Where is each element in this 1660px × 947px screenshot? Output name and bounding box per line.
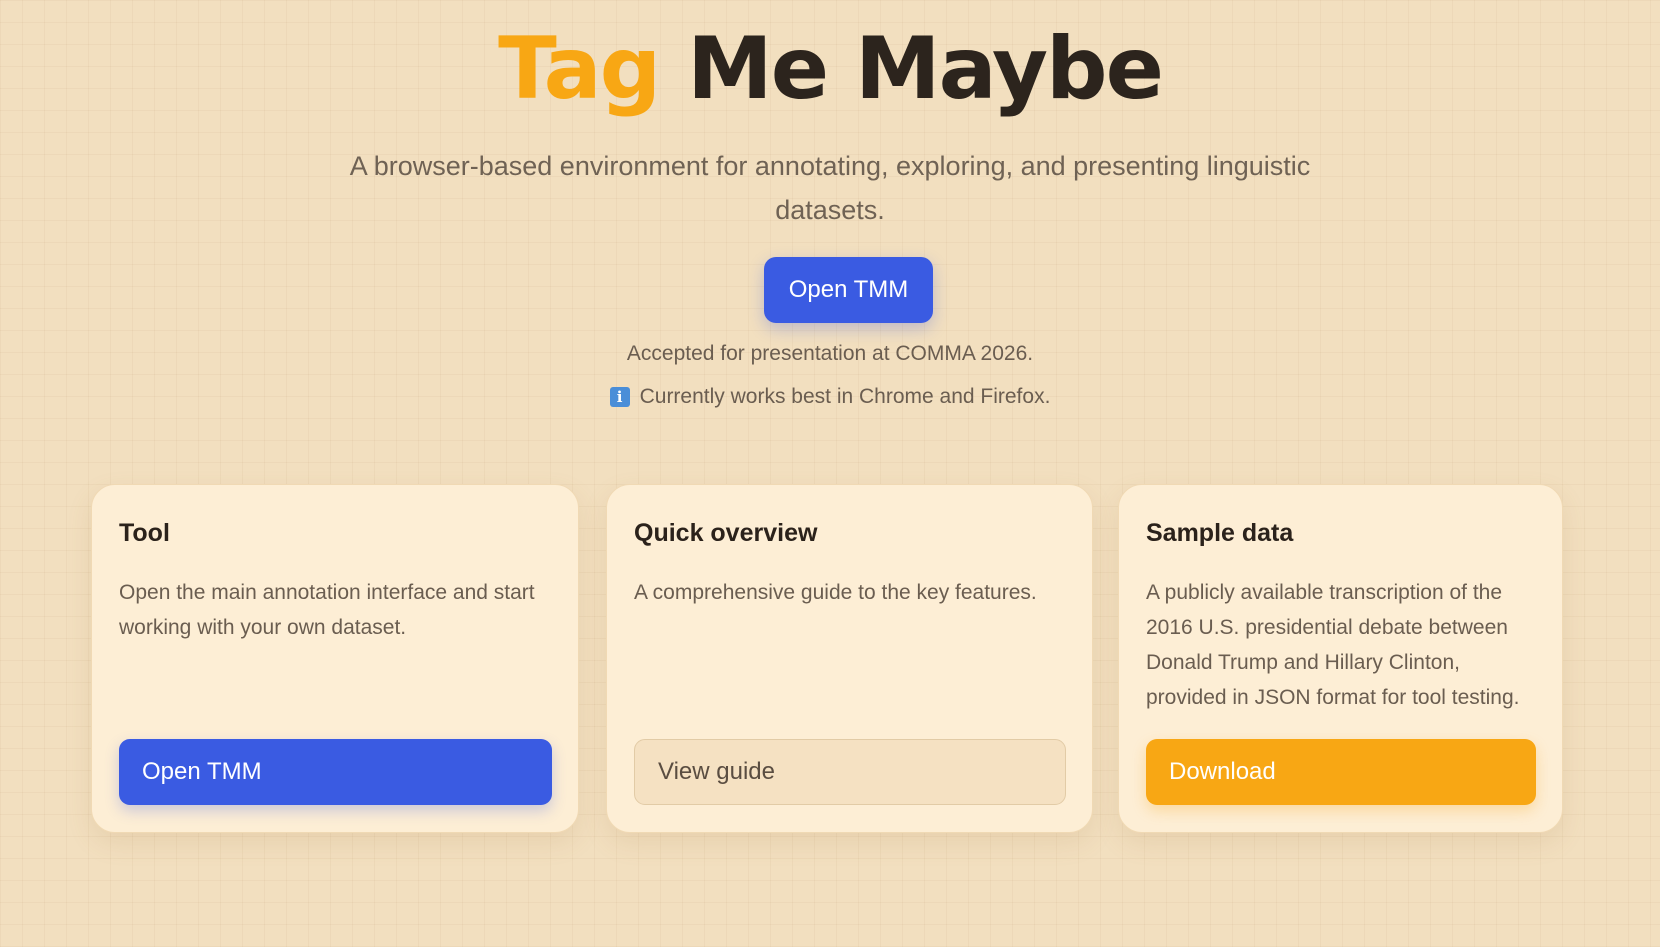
page-title-rest: Me Maybe xyxy=(659,19,1164,119)
overview-card: Quick overview A comprehensive guide to … xyxy=(606,484,1093,833)
overview-card-title: Quick overview xyxy=(634,519,818,547)
open-tmm-hero-button[interactable]: Open TMM xyxy=(764,257,933,323)
accepted-note: Accepted for presentation at COMMA 2026. xyxy=(626,342,1034,365)
page-title-accent: Tag xyxy=(498,19,661,119)
open-tmm-button[interactable]: Open TMM xyxy=(119,739,552,805)
sample-data-card-description: A publicly available transcription of th… xyxy=(1146,581,1520,709)
tool-card: Tool Open the main annotation interface … xyxy=(91,484,579,833)
sample-data-card: Sample data A publicly available transcr… xyxy=(1118,484,1563,833)
tool-card-description: Open the main annotation interface and s… xyxy=(119,581,535,639)
page-title: Tag Me Maybe xyxy=(0,14,1660,124)
browser-note-text: Currently works best in Chrome and Firef… xyxy=(639,385,1051,408)
info-icon: i xyxy=(609,387,630,407)
view-guide-button[interactable]: View guide xyxy=(634,739,1066,805)
tool-card-title: Tool xyxy=(119,519,170,547)
sample-data-card-title: Sample data xyxy=(1146,519,1294,547)
browser-note: i Currently works best in Chrome and Fir… xyxy=(0,385,1660,409)
page-subtitle: A browser-based environment for annotati… xyxy=(349,151,1311,225)
download-button[interactable]: Download xyxy=(1146,739,1536,805)
overview-card-description: A comprehensive guide to the key feature… xyxy=(634,581,1037,604)
